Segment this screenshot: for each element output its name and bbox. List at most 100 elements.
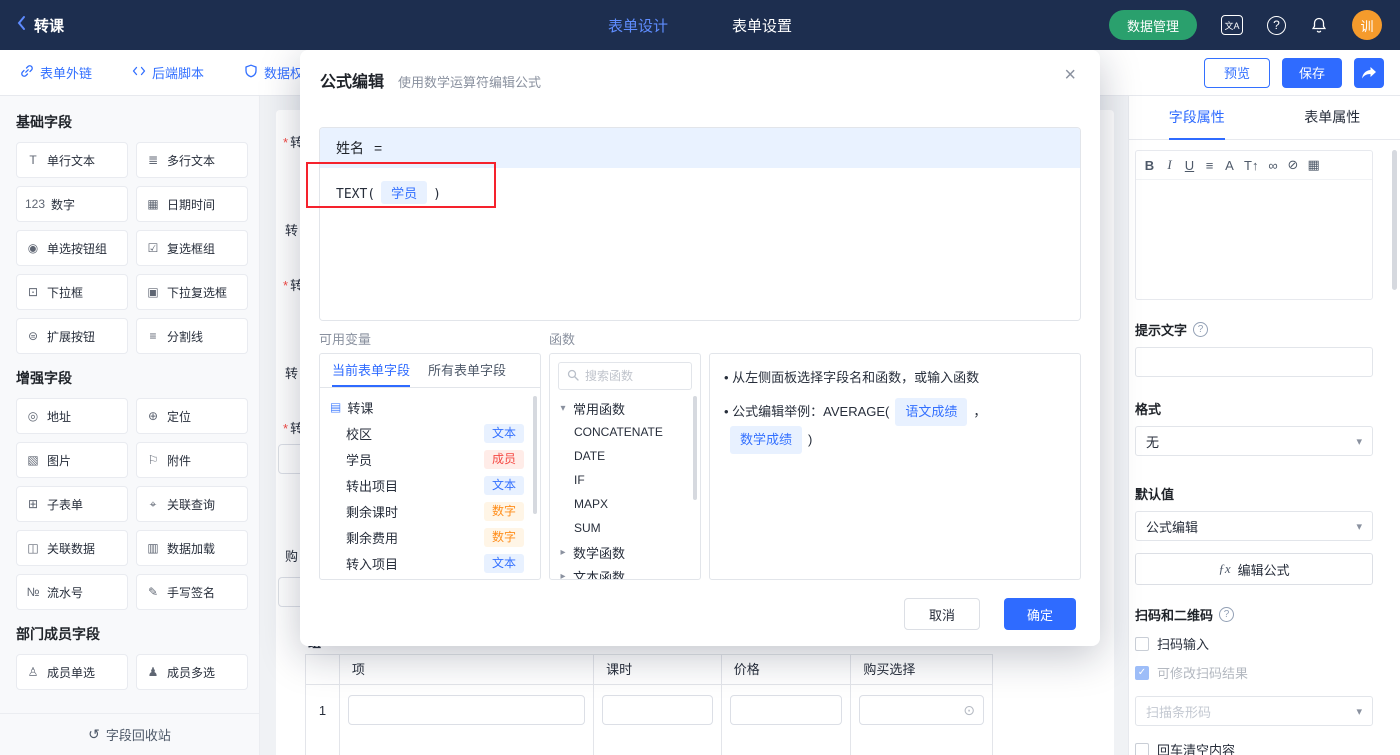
member-fields-grid: ♙ 成员单选 ♟ 成员多选 (16, 654, 259, 690)
example-field-token: 语文成绩 (895, 398, 968, 426)
field-type-item[interactable]: ▧ 图片 (16, 442, 128, 478)
share-button[interactable] (1354, 57, 1384, 88)
notification-bell-icon[interactable] (1310, 16, 1328, 34)
field-type-item[interactable]: ▣ 下拉复选框 (136, 274, 248, 310)
default-value-select[interactable]: 公式编辑 ▾ (1135, 511, 1373, 541)
form-external-link[interactable]: 表单外链 (20, 63, 92, 82)
font-color-icon[interactable]: A (1224, 158, 1235, 173)
field-type-item[interactable]: T 单行文本 (16, 142, 128, 178)
field-type-item[interactable]: ✎ 手写签名 (136, 574, 248, 610)
confirm-button[interactable]: 确定 (1004, 598, 1076, 630)
field-type-item[interactable]: ◎ 地址 (16, 398, 128, 434)
field-type-item[interactable]: ◫ 关联数据 (16, 530, 128, 566)
subform-cell-input[interactable] (602, 695, 713, 725)
field-type-item[interactable]: ⌖ 关联查询 (136, 486, 248, 522)
function-group-math[interactable]: ▸ 数学函数 (550, 540, 700, 564)
back-button[interactable]: 转课 (16, 15, 64, 36)
align-icon[interactable]: ≡ (1204, 158, 1215, 173)
function-group-text[interactable]: ▸ 文本函数 (550, 564, 700, 580)
enter-clear-checkbox[interactable]: 回车清空内容 (1135, 740, 1373, 755)
tab-form-design[interactable]: 表单设计 (608, 15, 668, 36)
field-type-item[interactable]: ⊜ 扩展按钮 (16, 318, 128, 354)
field-type-item[interactable]: ▦ 日期时间 (136, 186, 248, 222)
subform-cell-input[interactable] (729, 695, 843, 725)
field-type-item[interactable]: ⊡ 下拉框 (16, 274, 128, 310)
data-manage-button[interactable]: 数据管理 (1108, 10, 1197, 40)
function-item[interactable]: SUM (550, 516, 700, 540)
variable-item[interactable]: 校区 文本 (320, 420, 540, 446)
field-type-item[interactable]: ♙ 成员单选 (16, 654, 128, 690)
tab-form-settings[interactable]: 表单设置 (732, 15, 792, 36)
variable-item[interactable]: 剩余课时 数字 (320, 498, 540, 524)
toolbar-actions: 预览 保存 (1204, 57, 1384, 88)
field-type-item[interactable]: ≡ 分割线 (136, 318, 248, 354)
translate-icon[interactable]: 文A (1221, 15, 1243, 35)
field-type-item[interactable]: ⊞ 子表单 (16, 486, 128, 522)
help-line-example: 公式编辑举例：AVERAGE(语文成绩，数学成绩) (724, 398, 1066, 454)
bold-icon[interactable]: B (1144, 158, 1155, 173)
field-type-item[interactable]: ▥ 数据加载 (136, 530, 248, 566)
tab-all-form-fields[interactable]: 所有表单字段 (428, 354, 506, 387)
field-type-item[interactable]: № 流水号 (16, 574, 128, 610)
variable-item[interactable]: 学员 成员 (320, 446, 540, 472)
tab-current-form-fields[interactable]: 当前表单字段 (332, 354, 411, 387)
avatar[interactable]: 训 (1352, 10, 1382, 40)
function-item[interactable]: MAPX (550, 492, 700, 516)
hint-text-input[interactable] (1135, 347, 1373, 377)
variables-list: 校区 文本 学员 成员 转出项目 文本 剩余课时 数字 剩余费用 数字 转入项目… (320, 420, 540, 576)
field-recycle-bin[interactable]: ↺ 字段回收站 (0, 713, 259, 755)
variable-item[interactable]: 转入项目 文本 (320, 550, 540, 576)
link-icon[interactable]: ∞ (1267, 158, 1278, 173)
field-type-item[interactable]: ⚐ 附件 (136, 442, 248, 478)
field-type-label: 图片 (47, 453, 72, 468)
subform-cell-input[interactable]: ⊙ (859, 695, 984, 725)
label-rich-text-editor[interactable]: B I U ≡ A T↑ ∞ ⊘ ▦ (1135, 150, 1373, 300)
form-root-node[interactable]: ▤ 转课 (320, 394, 540, 420)
scan-input-checkbox[interactable]: 扫码输入 (1135, 634, 1373, 653)
chevron-down-icon: ▾ (1356, 435, 1362, 448)
functions-scrollbar[interactable] (693, 396, 697, 500)
variables-scrollbar[interactable] (533, 396, 537, 514)
variable-name: 转出项目 (346, 478, 399, 494)
function-item[interactable]: IF (550, 468, 700, 492)
function-group-common[interactable]: ▾ 常用函数 (550, 396, 700, 420)
field-type-item[interactable]: ≣ 多行文本 (136, 142, 248, 178)
function-item[interactable]: DATE (550, 444, 700, 468)
cancel-button[interactable]: 取消 (904, 598, 980, 630)
field-type-item[interactable]: ⊕ 定位 (136, 398, 248, 434)
field-token[interactable]: 学员 (381, 181, 428, 204)
field-type-item[interactable]: ◉ 单选按钮组 (16, 230, 128, 266)
backend-script-link[interactable]: 后端脚本 (132, 63, 204, 82)
format-select[interactable]: 无 ▾ (1135, 426, 1373, 456)
field-type-tag: 数字 (483, 501, 524, 521)
tab-form-properties[interactable]: 表单属性 (1265, 96, 1400, 139)
help-icon[interactable]: ? (1267, 15, 1286, 35)
field-type-item[interactable]: 123 数字 (16, 186, 128, 222)
field-type-item[interactable]: ♟ 成员多选 (136, 654, 248, 690)
variable-item[interactable]: 转出项目 文本 (320, 472, 540, 498)
field-type-item[interactable]: ☑ 复选框组 (136, 230, 248, 266)
function-search[interactable] (558, 362, 692, 390)
edit-formula-button[interactable]: ƒx 编辑公式 (1135, 553, 1373, 585)
font-size-icon[interactable]: T↑ (1244, 158, 1258, 173)
panel-scrollbar[interactable] (1392, 150, 1397, 290)
variable-item[interactable]: 剩余费用 数字 (320, 524, 540, 550)
question-icon[interactable]: ? (1219, 607, 1235, 622)
unlink-icon[interactable]: ⊘ (1287, 157, 1299, 173)
field-type-label: 复选框组 (167, 241, 216, 256)
field-type-label: 成员单选 (47, 665, 96, 680)
format-label: 格式 (1135, 402, 1162, 417)
close-icon[interactable]: × (1064, 64, 1076, 87)
function-item[interactable]: CONCATENATE (550, 420, 700, 444)
italic-icon[interactable]: I (1164, 157, 1175, 173)
save-button[interactable]: 保存 (1282, 57, 1342, 88)
insert-image-icon[interactable]: ▦ (1307, 157, 1319, 173)
function-search-input[interactable] (585, 369, 683, 383)
underline-icon[interactable]: U (1184, 158, 1195, 173)
preview-button[interactable]: 预览 (1204, 57, 1270, 88)
question-icon[interactable]: ? (1193, 322, 1209, 337)
tab-field-properties[interactable]: 字段属性 (1129, 96, 1265, 140)
field-type-tag: 文本 (483, 475, 524, 495)
formula-input-area[interactable]: TEXT(学员) (320, 168, 1080, 320)
subform-cell-input[interactable] (347, 695, 586, 725)
